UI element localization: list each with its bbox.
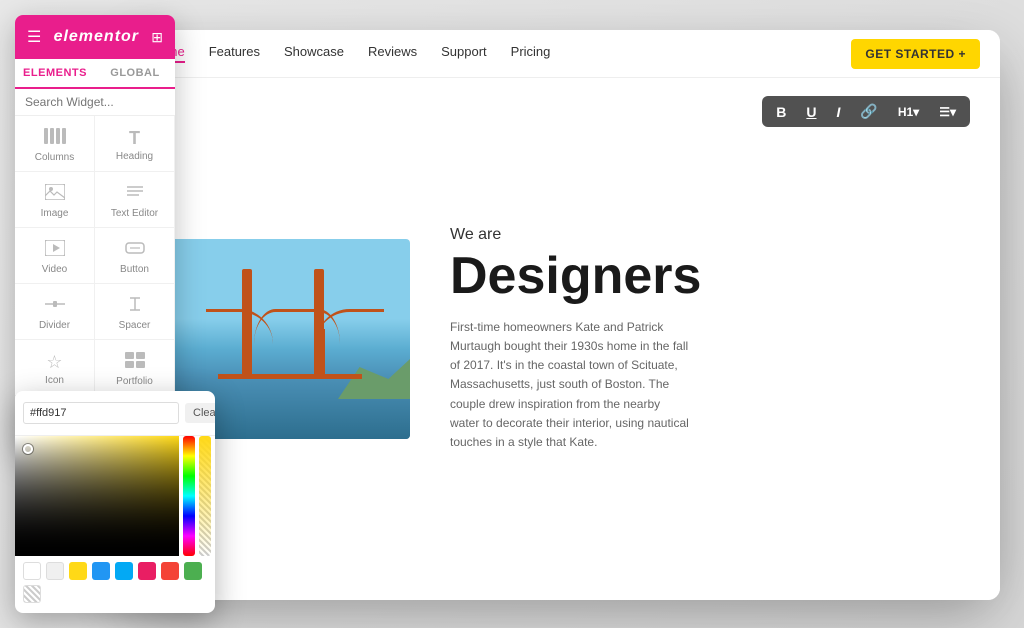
underline-button[interactable]: U [802,102,820,122]
divider-icon [45,296,65,316]
widget-icon[interactable]: ☆ Icon [15,340,95,396]
search-widget-input[interactable] [25,95,175,109]
widget-button[interactable]: Button [95,228,175,284]
preview-content: We are Designers First-time homeowners K… [130,78,1000,600]
link-button[interactable]: 🔗 [856,101,881,122]
format-toolbar: B U I 🔗 H1▾ ☰▾ [762,96,970,127]
sidebar-header: ☰ elementor ⊞ [15,15,175,59]
hero-text: We are Designers First-time homeowners K… [450,226,960,452]
icon-label: Icon [45,375,64,386]
widget-heading[interactable]: T Heading [95,116,175,172]
swatch-green[interactable] [184,562,202,580]
widget-video[interactable]: Video [15,228,95,284]
portfolio-label: Portfolio [116,376,153,387]
swatch-blue[interactable] [92,562,110,580]
alpha-strip[interactable] [199,436,211,556]
swatch-transparent[interactable] [23,585,41,603]
hamburger-icon[interactable]: ☰ [27,27,41,47]
hero-body: First-time homeowners Kate and Patrick M… [450,318,690,452]
preview-hero: We are Designers First-time homeowners K… [130,78,1000,600]
elementor-panel: ☰ elementor ⊞ ELEMENTS GLOBAL 🔍 Columns [15,15,175,452]
widget-divider[interactable]: Divider [15,284,95,340]
hero-title: Designers [450,250,960,302]
widget-text-editor[interactable]: Text Editor [95,172,175,228]
nav-bar: Home Features Showcase Reviews Support P… [130,30,1000,78]
hero-subtitle: We are [450,226,960,244]
clear-button[interactable]: Clear [185,403,215,423]
nav-support[interactable]: Support [441,44,487,63]
picker-cursor [23,444,33,454]
picker-body [15,436,215,556]
image-label: Image [41,208,69,219]
nav-pricing[interactable]: Pricing [511,44,551,63]
text-editor-icon [125,184,145,204]
button-icon [125,240,145,260]
preview-area: We are Designers First-time homeowners K… [130,78,1000,600]
picker-gradient[interactable] [15,436,179,556]
color-picker-top: Clear [15,391,215,436]
swatch-pink[interactable] [138,562,156,580]
image-icon [45,184,65,204]
italic-button[interactable]: I [833,102,845,122]
button-label: Button [120,264,149,275]
nav-links: Home Features Showcase Reviews Support P… [150,44,851,63]
heading-icon: T [129,129,140,147]
content-area: We are Designers First-time homeowners K… [130,78,1000,600]
global-tab[interactable]: GLOBAL [95,59,175,87]
search-bar: 🔍 [15,89,175,116]
bold-button[interactable]: B [772,102,790,122]
grid-icon[interactable]: ⊞ [151,29,163,46]
heading-select[interactable]: H1▾ [894,103,923,121]
swatch-lightgray[interactable] [46,562,64,580]
swatch-red[interactable] [161,562,179,580]
columns-icon [44,128,66,148]
sidebar-tabs: ELEMENTS GLOBAL [15,59,175,89]
nav-showcase[interactable]: Showcase [284,44,344,63]
widget-portfolio[interactable]: Portfolio [95,340,175,396]
columns-label: Columns [35,152,74,163]
heading-label: Heading [116,151,153,162]
color-hex-input[interactable] [23,402,179,424]
portfolio-icon [125,352,145,372]
list-button[interactable]: ☰▾ [935,103,960,121]
video-icon [45,240,65,260]
swatch-yellow[interactable] [69,562,87,580]
text-editor-label: Text Editor [111,208,158,219]
nav-features[interactable]: Features [209,44,260,63]
swatch-white[interactable] [23,562,41,580]
get-started-button[interactable]: GET STARTED + [851,39,980,69]
video-label: Video [42,264,67,275]
hue-strip[interactable] [183,436,195,556]
widget-spacer[interactable]: Spacer [95,284,175,340]
nav-reviews[interactable]: Reviews [368,44,417,63]
widget-columns[interactable]: Columns [15,116,95,172]
swatch-lightblue[interactable] [115,562,133,580]
elementor-logo: elementor [54,28,139,46]
color-swatches [15,556,215,605]
spacer-icon [125,296,145,316]
divider-label: Divider [39,320,70,331]
icon-icon: ☆ [46,353,62,371]
browser-window: Home Features Showcase Reviews Support P… [130,30,1000,600]
widget-image[interactable]: Image [15,172,95,228]
color-picker-panel: Clear [15,391,215,613]
spacer-label: Spacer [119,320,151,331]
elements-tab[interactable]: ELEMENTS [15,59,95,89]
